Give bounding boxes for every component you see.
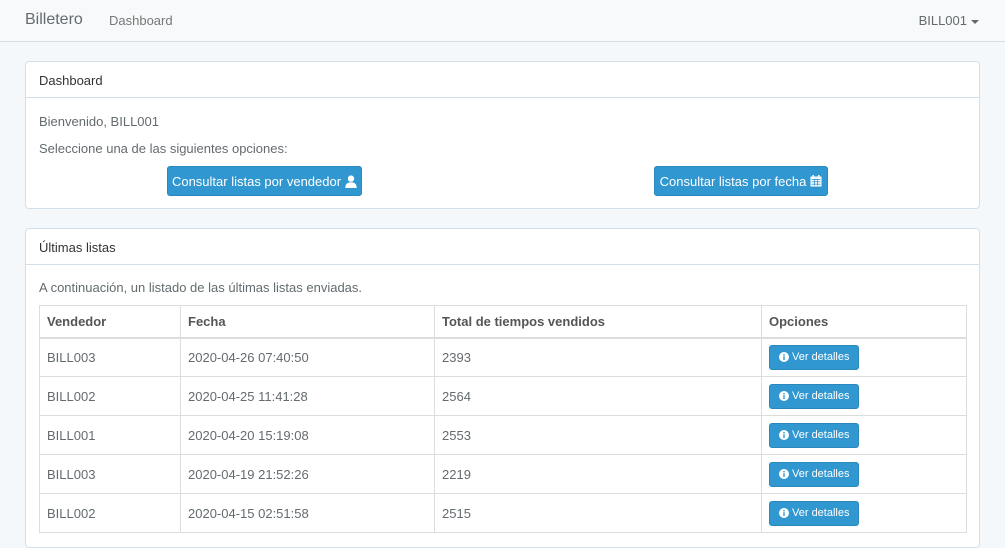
cell-total: 2515 bbox=[434, 493, 762, 533]
cell-total: 2219 bbox=[434, 454, 762, 494]
table-row: BILL002 2020-04-25 11:41:28 2564 Ver detall… bbox=[39, 376, 967, 416]
top-navbar: Billetero Dashboard BILL001 bbox=[0, 0, 1005, 42]
user-menu-dropdown[interactable]: BILL001 bbox=[919, 13, 979, 28]
dashboard-panel-heading: Dashboard bbox=[26, 62, 979, 98]
table-row: BILL002 2020-04-15 02:51:58 2515 Ver detall… bbox=[39, 493, 967, 533]
query-by-vendor-button[interactable]: Consultar listas por vendedor bbox=[167, 166, 362, 196]
view-details-button[interactable]: Ver detalles bbox=[769, 383, 860, 409]
latest-lists-panel: Últimas listas A continuación, un listad… bbox=[25, 228, 980, 548]
query-by-date-button[interactable]: Consultar listas por fecha bbox=[654, 166, 828, 196]
query-by-vendor-label: Consultar listas por vendedor bbox=[171, 173, 342, 189]
view-details-label: Ver detalles bbox=[792, 351, 850, 364]
column-header-options: Opciones bbox=[761, 305, 967, 339]
view-details-label: Ver detalles bbox=[792, 429, 850, 441]
cell-vendor: BILL003 bbox=[39, 337, 181, 377]
cell-total: 2393 bbox=[434, 337, 762, 377]
view-details-label: Ver detalles bbox=[792, 468, 850, 480]
info-circle-icon bbox=[779, 430, 789, 440]
user-icon bbox=[345, 174, 357, 188]
caret-down-icon bbox=[971, 19, 979, 24]
cell-date: 2020-04-19 21:52:26 bbox=[180, 454, 435, 494]
info-circle-icon bbox=[779, 508, 789, 518]
latest-lists-heading: Últimas listas bbox=[26, 229, 979, 265]
table-row: BILL003 2020-04-19 21:52:26 2219 Ver detall… bbox=[39, 454, 967, 494]
cell-vendor: BILL003 bbox=[39, 454, 181, 494]
cell-total: 2564 bbox=[434, 376, 762, 416]
latest-lists-table: Vendedor Fecha Total de tiempos vendidos… bbox=[39, 305, 967, 533]
cell-vendor: BILL002 bbox=[39, 493, 181, 533]
table-row: BILL003 2020-04-26 07:40:50 2393 Ver detall… bbox=[39, 337, 967, 377]
table-row: BILL001 2020-04-20 15:19:08 2553 Ver detall… bbox=[39, 415, 967, 455]
cell-date: 2020-04-15 02:51:58 bbox=[180, 493, 435, 533]
cell-options: Ver detalles bbox=[761, 415, 967, 455]
cell-date: 2020-04-20 15:19:08 bbox=[180, 415, 435, 455]
brand-link[interactable]: Billetero bbox=[25, 11, 83, 29]
cell-options: Ver detalles bbox=[761, 454, 967, 494]
view-details-button[interactable]: Ver detalles bbox=[769, 500, 860, 526]
cell-options: Ver detalles bbox=[761, 337, 967, 377]
cell-total: 2553 bbox=[434, 415, 762, 455]
info-circle-icon bbox=[779, 352, 789, 363]
latest-lists-intro: A continuación, un listado de las última… bbox=[39, 280, 363, 295]
cell-vendor: BILL002 bbox=[39, 376, 181, 416]
cell-date: 2020-04-25 11:41:28 bbox=[180, 376, 435, 416]
cell-options: Ver detalles bbox=[761, 376, 967, 416]
cell-options: Ver detalles bbox=[761, 493, 967, 533]
info-circle-icon bbox=[779, 391, 789, 401]
column-header-vendor: Vendedor bbox=[39, 305, 181, 339]
welcome-text: Bienvenido, BILL001 bbox=[39, 114, 159, 129]
options-prompt: Seleccione una de las siguientes opcione… bbox=[39, 141, 288, 156]
view-details-label: Ver detalles bbox=[792, 390, 850, 402]
calendar-icon bbox=[810, 175, 822, 187]
column-header-total: Total de tiempos vendidos bbox=[434, 305, 762, 339]
cell-date: 2020-04-26 07:40:50 bbox=[180, 337, 435, 377]
column-header-date: Fecha bbox=[180, 305, 435, 339]
query-by-date-label: Consultar listas por fecha bbox=[659, 173, 807, 189]
cell-vendor: BILL001 bbox=[39, 415, 181, 455]
nav-dashboard-link[interactable]: Dashboard bbox=[109, 13, 173, 28]
view-details-label: Ver detalles bbox=[792, 507, 850, 519]
dashboard-panel: Dashboard Bienvenido, BILL001 Seleccione… bbox=[25, 61, 980, 209]
view-details-button[interactable]: Ver detalles bbox=[769, 461, 860, 487]
view-details-button[interactable]: Ver detalles bbox=[769, 422, 860, 448]
view-details-button[interactable]: Ver detalles bbox=[769, 344, 860, 370]
info-circle-icon bbox=[779, 469, 789, 479]
user-name: BILL001 bbox=[918, 13, 967, 28]
table-header-row: Vendedor Fecha Total de tiempos vendidos… bbox=[39, 305, 967, 339]
